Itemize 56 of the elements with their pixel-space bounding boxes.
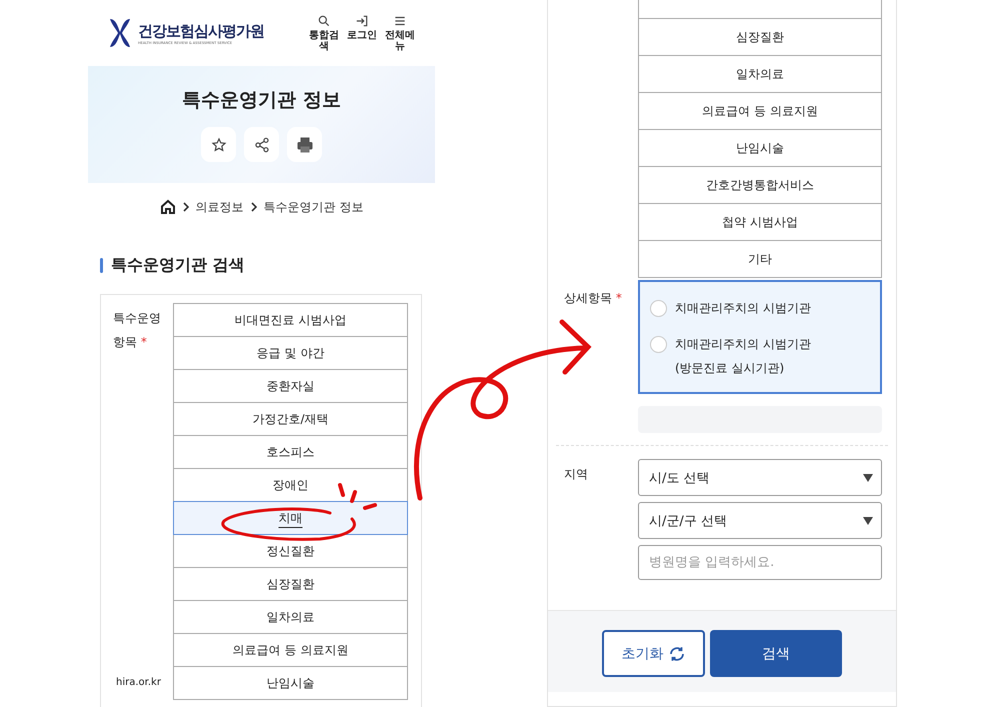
radio-label[interactable]: 치매관리주치의 시범기관(방문진료 실시기관) [675,332,863,380]
category-option[interactable]: 의료급여 등 의료지원 [638,92,882,130]
menu-button[interactable]: 전체메뉴 [385,14,415,52]
category-option[interactable]: 의료급여 등 의료지원 [173,633,408,667]
field-label: 특수운영 항목 * [113,310,162,351]
star-button[interactable] [201,127,236,162]
radio-label[interactable]: 치매관리주치의 시범기관 [675,296,811,320]
category-option[interactable]: 치매 [173,501,408,535]
dropdown-icon [863,474,873,482]
category-option[interactable]: 간호간병통합서비스 [638,166,882,204]
search-icon [317,14,331,28]
select-field[interactable]: 시/도 선택 [638,459,882,496]
print-button[interactable] [287,127,322,162]
breadcrumb-link[interactable]: 의료정보 [196,198,244,216]
category-option[interactable]: 가정간호/재택 [173,402,408,436]
star-icon [210,136,226,152]
section-title: 특수운영기관 검색 [111,255,245,276]
home-icon[interactable] [160,199,176,215]
category-option[interactable]: 장애인 [173,468,408,502]
chevron-icon [182,202,190,212]
logo-icon [108,17,132,49]
share-button[interactable] [244,127,279,162]
select-field[interactable]: 시/군/구 선택 [638,502,882,539]
category-option[interactable]: 호스피스 [173,435,408,469]
category-option[interactable]: 난임시술 [173,666,408,700]
category-option[interactable]: 중환자실 [173,369,408,403]
search-button[interactable]: 검색 [710,630,842,677]
share-icon [254,136,270,152]
category-option[interactable]: 응급 및 야간 [173,336,408,370]
category-option[interactable]: 일차의료 [173,600,408,634]
category-option[interactable]: 기타 [638,240,882,278]
hospital-name-input[interactable]: 병원명을 입력하세요. [638,545,882,580]
emphasis-marks [338,483,377,510]
category-option[interactable]: 정신질환 [173,534,408,568]
category-option[interactable]: 비대면진료 시범사업 [173,303,408,337]
dropdown-icon [863,516,873,524]
category-option[interactable]: 첩약 시범사업 [638,203,882,241]
radio-button[interactable] [650,300,667,317]
menu-icon [393,14,407,28]
page-title: 특수운영기관 정보 [182,88,341,113]
logo-title: 건강보험심사평가원 [138,22,264,40]
radio-button[interactable] [650,336,667,353]
printer-icon [296,136,314,154]
category-option[interactable]: 심장질환 [173,567,408,601]
login-button[interactable]: 로그인 [347,14,377,52]
breadcrumb-link[interactable]: 특수운영기관 정보 [264,198,364,216]
search-button[interactable]: 통합검색 [309,14,339,52]
category-option[interactable]: 일차의료 [638,55,882,93]
category-option[interactable]: 난임시술 [638,129,882,167]
category-option[interactable]: 심장질환 [638,18,882,56]
login-icon [355,14,369,28]
field-label: 지역 [564,467,588,481]
chevron-icon [250,202,258,212]
refresh-icon [668,644,686,662]
reset-button[interactable]: 초기화 [602,630,705,677]
field-label: 상세항목 * [564,291,622,305]
